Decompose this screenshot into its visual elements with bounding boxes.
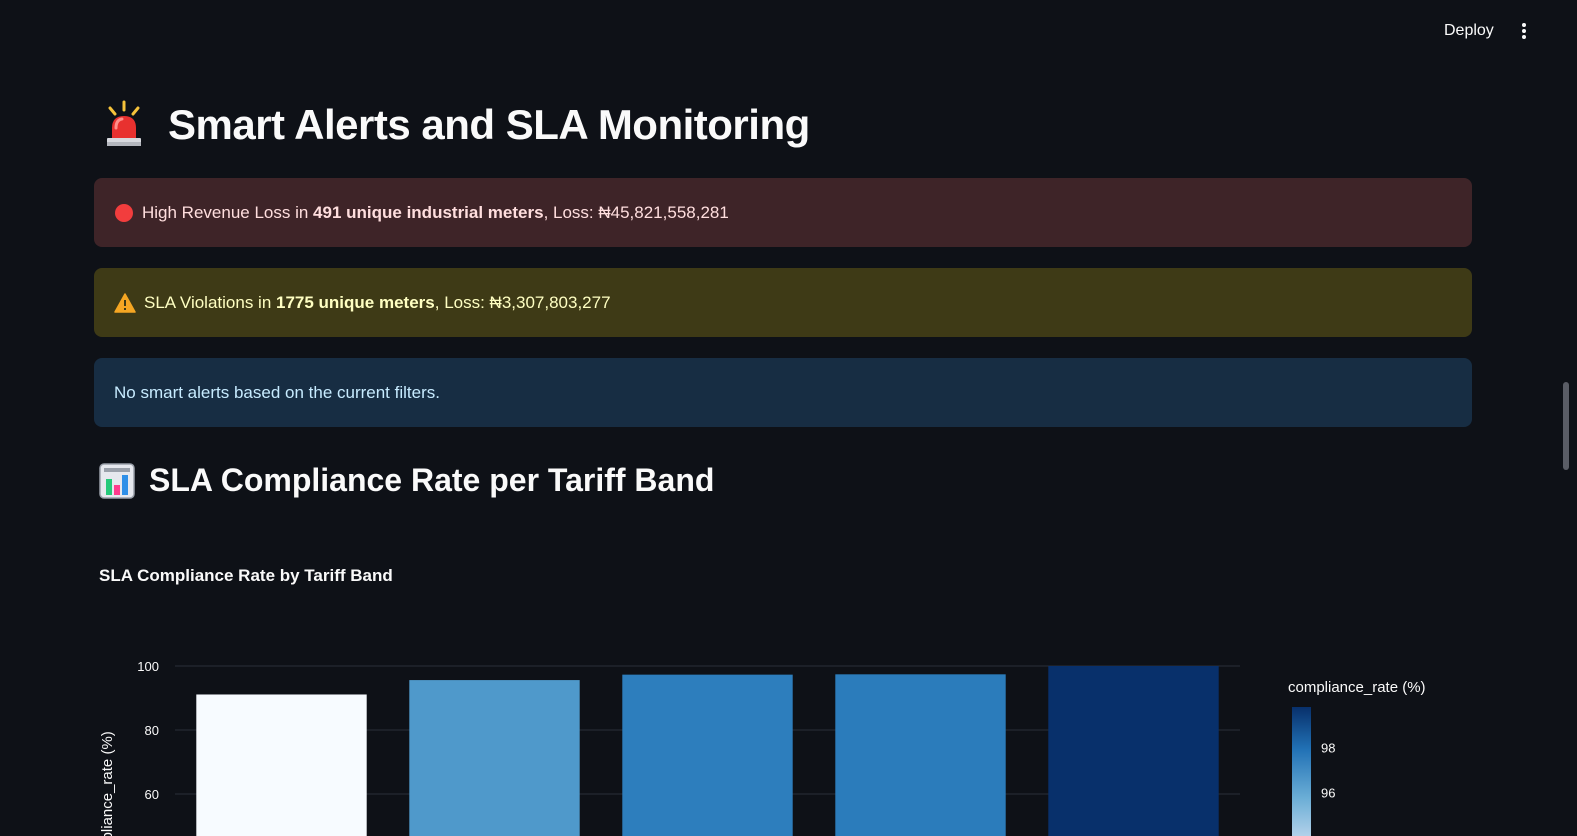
page-scrollbar[interactable]: [1563, 382, 1569, 470]
y-tick-label: 100: [137, 659, 159, 674]
y-tick-label: 80: [145, 723, 159, 738]
colorbar-tick-label: 98: [1321, 741, 1335, 756]
colorbar-title: compliance_rate (%): [1288, 679, 1426, 696]
bar[interactable]: [409, 680, 580, 836]
bar[interactable]: [1048, 666, 1219, 836]
bar[interactable]: [835, 674, 1006, 836]
bar-chart: 60 80 100 compliance_rate (%) compliance_ra…: [99, 659, 1426, 836]
colorbar: [1292, 707, 1311, 836]
bar[interactable]: [196, 694, 367, 836]
y-axis-label: compliance_rate (%): [99, 731, 116, 836]
colorbar-tick-label: 96: [1321, 786, 1335, 801]
bar[interactable]: [622, 674, 793, 836]
y-tick-label: 60: [145, 787, 159, 802]
